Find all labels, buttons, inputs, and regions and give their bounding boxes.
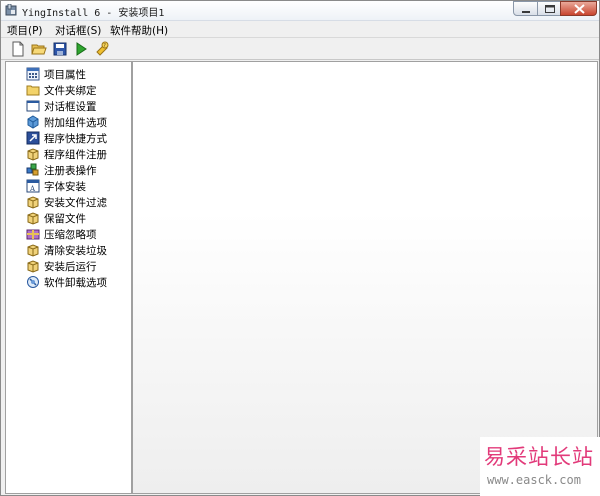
menu-project[interactable]: 项目(P): [7, 23, 43, 38]
svg-text:A: A: [29, 185, 36, 193]
tree-item-keep-files[interactable]: 保留文件: [6, 210, 131, 226]
tree-item-project-properties[interactable]: 项目属性: [6, 66, 131, 82]
keep-file-icon: [27, 212, 39, 225]
menu-bar: 项目(P) 对话框(S) 软件帮助(H): [1, 21, 599, 38]
watermark-title: 易采站长站: [484, 445, 594, 469]
maximize-button[interactable]: [537, 1, 561, 16]
svg-text:?: ?: [103, 43, 106, 49]
content-area[interactable]: [132, 61, 598, 494]
watermark-url: www.easck.com: [487, 473, 581, 487]
font-icon: A: [26, 179, 40, 193]
registry-icon: [26, 163, 39, 176]
close-icon: [574, 4, 585, 14]
tree-item-compress-ignore[interactable]: 压缩忽略项: [6, 226, 131, 242]
properties-icon: [26, 67, 40, 81]
minimize-button[interactable]: [513, 1, 538, 16]
app-icon: [5, 4, 17, 16]
dialog-icon: [26, 100, 40, 112]
tree-item-shortcuts[interactable]: 程序快捷方式: [6, 130, 131, 146]
save-icon[interactable]: [52, 41, 68, 57]
tree-item-registry-ops[interactable]: 注册表操作: [6, 162, 131, 178]
clean-icon: [27, 244, 39, 257]
new-file-icon[interactable]: [10, 41, 26, 57]
folder-icon: [26, 85, 40, 96]
maximize-icon: [545, 5, 555, 13]
uninstall-icon: [27, 276, 39, 288]
toolbar: ?: [1, 38, 599, 60]
minimize-icon: [522, 11, 530, 13]
run-icon[interactable]: [73, 41, 89, 57]
close-button[interactable]: [560, 1, 597, 16]
site-watermark: 易采站长站 www.easck.com: [480, 437, 600, 496]
tree-item-addon-options[interactable]: 附加组件选项: [6, 114, 131, 130]
tree-item-file-filter[interactable]: 安装文件过滤: [6, 194, 131, 210]
tree-item-folder-binding[interactable]: 文件夹绑定: [6, 82, 131, 98]
tree-item-post-install-run[interactable]: 安装后运行: [6, 258, 131, 274]
project-tree: 项目属性 文件夹绑定 对话框设置 附加组件选项 程序快捷方式 程序组件注册 注册…: [5, 61, 132, 494]
menu-help[interactable]: 软件帮助(H): [110, 23, 168, 38]
menu-dialog[interactable]: 对话框(S): [55, 23, 101, 38]
tree-item-clean-junk[interactable]: 清除安装垃圾: [6, 242, 131, 258]
tree-item-uninstall-options[interactable]: 软件卸载选项: [6, 274, 131, 290]
title-bar[interactable]: YingInstall 6 - 安装项目1: [1, 1, 599, 21]
tree-item-font-install[interactable]: A 字体安装: [6, 178, 131, 194]
window-title: YingInstall 6 - 安装项目1: [22, 8, 165, 19]
tree-item-component-register[interactable]: 程序组件注册: [6, 146, 131, 162]
help-icon[interactable]: ?: [94, 41, 110, 57]
post-run-icon: [27, 260, 39, 273]
tree-item-dialog-settings[interactable]: 对话框设置: [6, 98, 131, 114]
filter-icon: [27, 196, 39, 209]
compress-icon: [26, 229, 40, 240]
application-window: YingInstall 6 - 安装项目1 项目(P) 对话框(S) 软件帮助(…: [0, 0, 600, 496]
open-folder-icon[interactable]: [31, 41, 47, 57]
component-icon: [27, 115, 39, 129]
shortcut-icon: [26, 131, 40, 145]
register-icon: [27, 148, 39, 161]
